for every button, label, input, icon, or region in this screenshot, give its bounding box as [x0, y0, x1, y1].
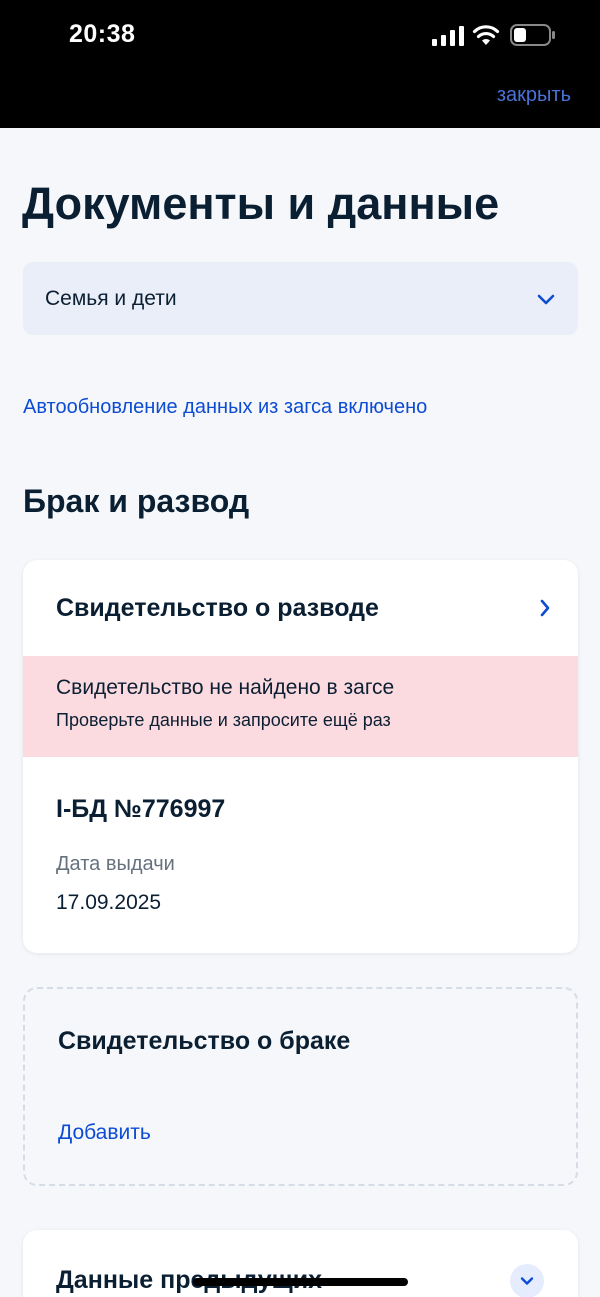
issue-date-value: 17.09.2025 [56, 891, 162, 914]
autoupdate-link[interactable]: Автообновление данных из загса включено [23, 396, 427, 419]
close-button[interactable]: закрыть [497, 84, 571, 107]
marriage-certificate-card: Свидетельство о браке Добавить [23, 987, 578, 1186]
status-bar: 20:38 закрыть [0, 0, 600, 128]
divorce-certificate-header[interactable]: Свидетельство о разводе [23, 560, 578, 656]
divorce-certificate-title: Свидетельство о разводе [56, 593, 379, 622]
category-select-value: Семья и дети [45, 286, 177, 310]
home-indicator [193, 1278, 408, 1286]
not-found-alert: Свидетельство не найдено в загсе Проверь… [23, 656, 578, 757]
wifi-icon [472, 25, 500, 45]
alert-subtitle: Проверьте данные и запросите ещё раз [56, 710, 391, 730]
previous-data-card[interactable]: Данные предыдущих [23, 1230, 578, 1297]
chevron-down-icon [520, 1277, 534, 1285]
marriage-certificate-title: Свидетельство о браке [58, 1027, 351, 1055]
issue-date-label: Дата выдачи [56, 853, 175, 875]
main-content: Документы и данные Семья и дети Автообно… [0, 128, 600, 1297]
divorce-certificate-card: Свидетельство о разводе Свидетельство не… [23, 560, 578, 953]
page-title: Документы и данные [22, 178, 500, 229]
chevron-right-icon [540, 599, 550, 617]
add-marriage-certificate-button[interactable]: Добавить [58, 1121, 151, 1145]
certificate-number: I-БД №776997 [56, 795, 226, 823]
chevron-down-icon [537, 294, 555, 304]
status-time: 20:38 [69, 20, 136, 48]
section-title: Брак и развод [23, 483, 250, 519]
battery-icon [510, 24, 555, 46]
expand-button[interactable] [510, 1264, 544, 1297]
alert-title: Свидетельство не найдено в загсе [56, 676, 395, 699]
signal-icon [432, 26, 464, 46]
category-select[interactable]: Семья и дети [23, 262, 578, 335]
